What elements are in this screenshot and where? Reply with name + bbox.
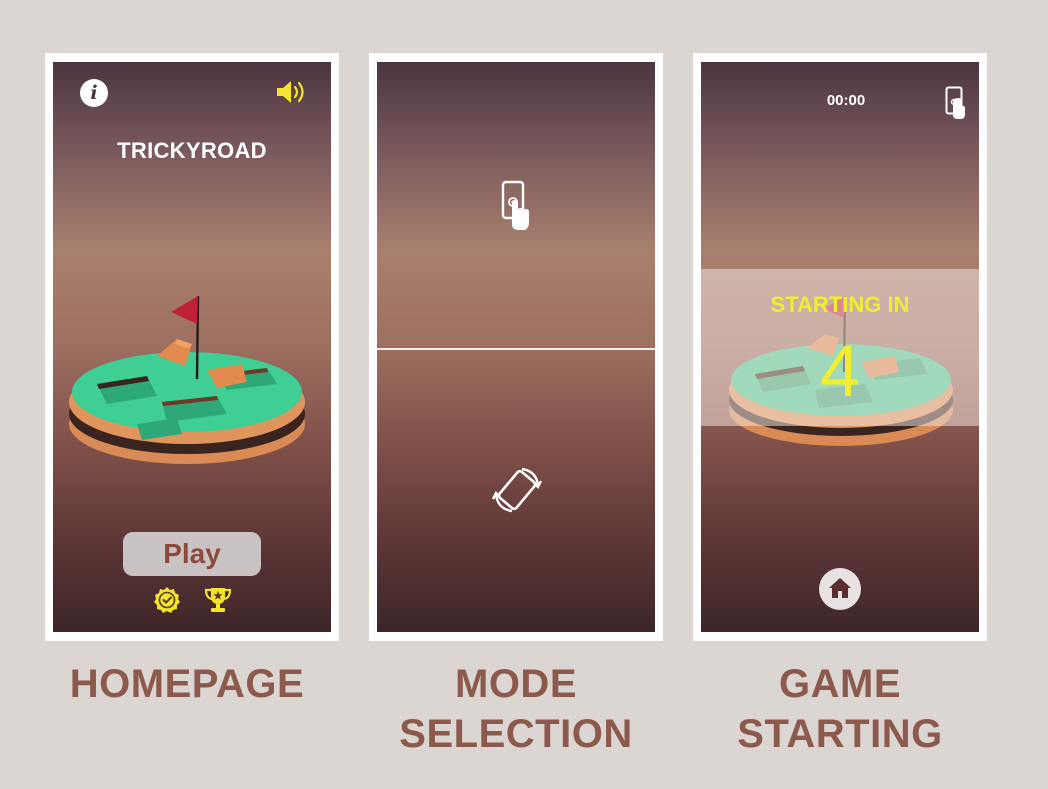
homepage-screen: i TRICKYROAD Play <box>53 62 331 632</box>
game-starting-caption: GAME STARTING <box>693 659 987 759</box>
game-title: TRICKYROAD <box>117 138 267 163</box>
starting-in-label: STARTING IN <box>770 292 910 317</box>
tilt-rotate-icon <box>492 467 542 513</box>
mode-selection-caption: MODE SELECTION <box>369 659 663 759</box>
info-icon[interactable]: i <box>80 79 108 107</box>
game-caption-line1: GAME <box>779 662 901 706</box>
home-button[interactable] <box>819 568 861 610</box>
trophy-icon[interactable] <box>203 586 233 614</box>
island-illustration <box>69 295 305 464</box>
mode-selection-screen <box>377 62 655 632</box>
mode-caption-line2: SELECTION <box>399 712 633 756</box>
badge-icon[interactable] <box>153 586 181 614</box>
countdown-number: 4 <box>819 332 861 412</box>
touch-mode-icon[interactable] <box>945 86 967 120</box>
homepage-caption: HOMEPAGE <box>40 659 334 709</box>
timer: 00:00 <box>826 92 866 109</box>
mode-selection-phone-frame <box>369 53 663 641</box>
home-icon <box>829 578 851 598</box>
play-button[interactable]: Play <box>123 532 261 576</box>
game-starting-screen: 00:00 STARTING IN 4 <box>701 62 979 632</box>
game-caption-line2: STARTING <box>737 712 943 756</box>
sound-icon[interactable] <box>275 78 307 106</box>
mode-caption-line1: MODE <box>455 662 577 706</box>
homepage-caption-text: HOMEPAGE <box>69 662 305 706</box>
homepage-phone-frame: i TRICKYROAD Play <box>45 53 339 641</box>
game-starting-phone-frame: 00:00 STARTING IN 4 <box>693 53 987 641</box>
touch-phone-icon <box>501 180 529 230</box>
